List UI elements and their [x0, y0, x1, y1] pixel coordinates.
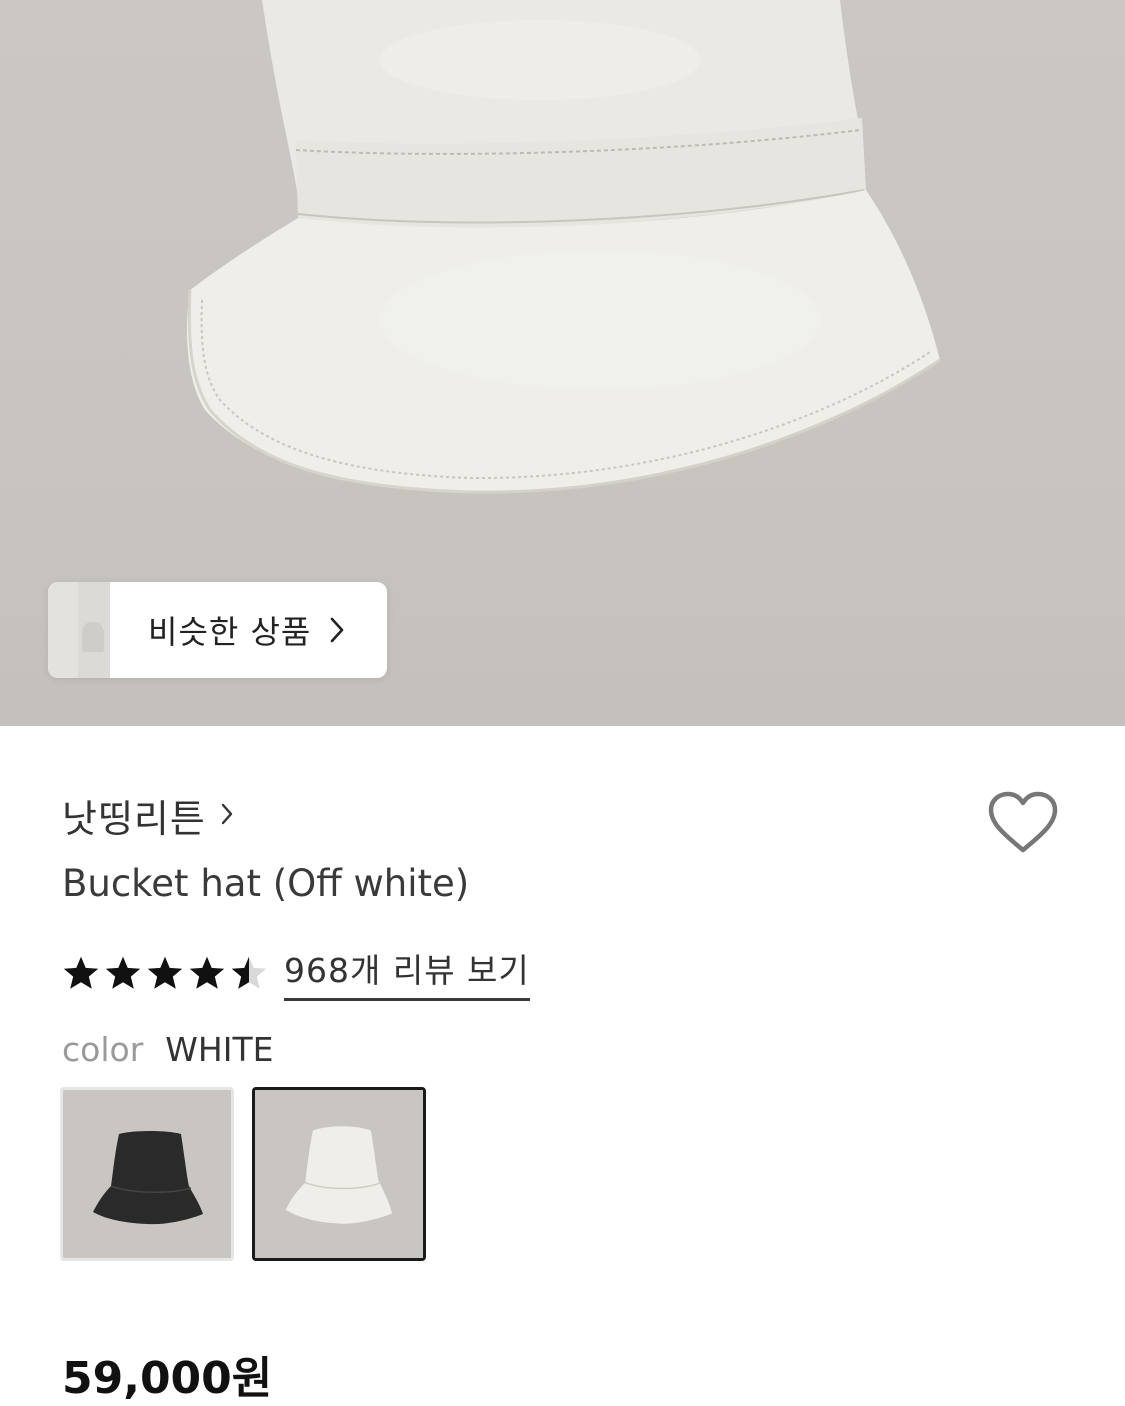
chevron-right-icon — [220, 801, 234, 831]
white-hat-thumbnail — [285, 1126, 393, 1224]
wishlist-button[interactable] — [986, 790, 1060, 856]
star-icon — [105, 956, 141, 989]
black-hat-thumbnail — [93, 1131, 203, 1225]
product-price: 59,000원 — [62, 1353, 273, 1404]
reviews-link[interactable]: 968개 리뷰 보기 — [284, 944, 530, 1001]
star-icon — [147, 956, 183, 989]
product-hero-image[interactable]: 비슷한 상품 — [0, 0, 1125, 726]
brand-link[interactable]: 낫띵리튼 — [62, 788, 234, 843]
color-label: color — [62, 1030, 144, 1069]
heart-outline-icon — [988, 791, 1058, 853]
color-row: color WHITE — [62, 1030, 273, 1069]
chevron-right-icon — [329, 615, 349, 645]
similar-products-thumbnails — [48, 582, 110, 678]
swatch-black[interactable] — [60, 1087, 234, 1261]
brand-name: 낫띵리튼 — [62, 797, 206, 841]
similar-products-button[interactable]: 비슷한 상품 — [48, 582, 387, 678]
star-icon — [63, 956, 99, 989]
color-value: WHITE — [165, 1030, 274, 1069]
rating-stars — [62, 955, 268, 991]
star-icon — [189, 956, 225, 989]
star-half-icon — [231, 956, 267, 989]
product-title: Bucket hat (Off white) — [62, 862, 470, 905]
rating-row: 968개 리뷰 보기 — [62, 944, 530, 1001]
swatch-white[interactable] — [252, 1087, 426, 1261]
similar-products-label: 비슷한 상품 — [148, 613, 312, 651]
